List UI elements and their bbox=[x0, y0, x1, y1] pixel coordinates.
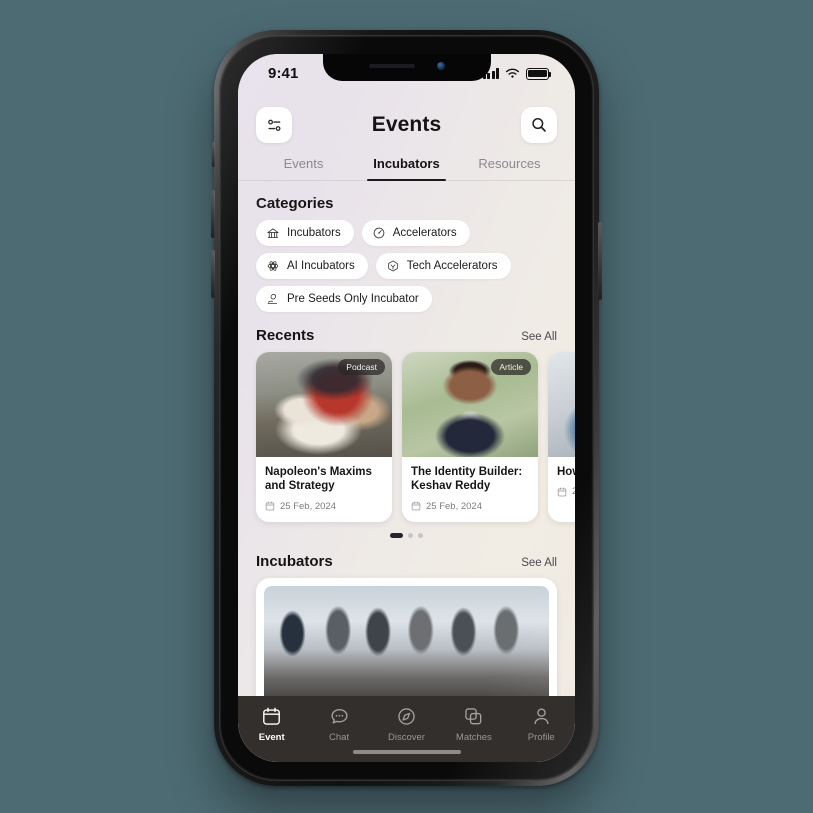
recents-card[interactable]: Article The Identity Builder: Keshav Red… bbox=[402, 352, 538, 522]
nav-item-profile[interactable]: Profile bbox=[510, 706, 572, 743]
nav-item-event[interactable]: Event bbox=[241, 706, 303, 743]
filter-sliders-icon bbox=[267, 119, 280, 131]
nav-item-matches[interactable]: Matches bbox=[443, 706, 505, 743]
status-time: 9:41 bbox=[268, 65, 299, 82]
card-date: 24 Fe bbox=[572, 486, 575, 498]
scroll-content[interactable]: Categories Incubators Accelerators AI In… bbox=[238, 181, 575, 696]
card-date: 25 Feb, 2024 bbox=[426, 500, 482, 512]
volume-up-button[interactable] bbox=[211, 190, 215, 238]
tab-incubators[interactable]: Incubators bbox=[355, 156, 458, 181]
chip-label: AI Incubators bbox=[287, 260, 355, 272]
recents-header: Recents See All bbox=[238, 312, 575, 352]
page-title: Events bbox=[371, 113, 442, 136]
card-date-row: 25 Feb, 2024 bbox=[265, 501, 383, 512]
card-badge: Podcast bbox=[338, 359, 385, 375]
incubators-header: Incubators See All bbox=[238, 538, 575, 578]
tab-resources[interactable]: Resources bbox=[458, 156, 561, 180]
man-blue-shirt-image bbox=[548, 352, 575, 457]
speedometer-icon bbox=[373, 227, 385, 239]
chip-label: Accelerators bbox=[392, 227, 457, 239]
card-title: How to Startu bbox=[557, 466, 575, 478]
card-date-row: 25 Feb, 2024 bbox=[411, 501, 529, 512]
power-button[interactable] bbox=[598, 222, 602, 300]
card-title: Napoleon's Maxims and Strategy bbox=[265, 466, 372, 493]
card-date: 25 Feb, 2024 bbox=[280, 500, 336, 512]
filter-sliders-button[interactable] bbox=[256, 107, 292, 143]
category-chip-accelerators[interactable]: Accelerators bbox=[361, 220, 470, 246]
incubator-card[interactable] bbox=[256, 577, 557, 696]
card-body: The Identity Builder: Keshav Reddy 25 Fe… bbox=[402, 457, 538, 522]
category-chip-list: Incubators Accelerators AI Incubators Te… bbox=[238, 220, 575, 312]
category-chip-tech-accelerators[interactable]: Tech Accelerators bbox=[375, 253, 511, 279]
seed-hand-icon bbox=[267, 293, 278, 305]
category-chip-incubators[interactable]: Incubators bbox=[256, 220, 354, 246]
conference-audience-photo bbox=[264, 585, 549, 696]
nav-label: Chat bbox=[329, 732, 350, 743]
pager-dot[interactable] bbox=[418, 532, 423, 538]
search-icon bbox=[532, 118, 546, 132]
category-chip-ai-incubators[interactable]: AI Incubators bbox=[256, 253, 368, 279]
earpiece-speaker bbox=[368, 64, 415, 68]
card-body: Napoleon's Maxims and Strategy 25 Feb, 2… bbox=[256, 457, 392, 522]
incubators-title: Incubators bbox=[256, 552, 333, 570]
calendar-icon bbox=[557, 487, 567, 497]
nav-label: Matches bbox=[455, 732, 492, 743]
chip-label: Tech Accelerators bbox=[406, 260, 498, 272]
card-badge: Article bbox=[491, 359, 531, 375]
recents-see-all-link[interactable]: See All bbox=[521, 331, 557, 343]
nav-label: Event bbox=[258, 732, 285, 743]
chat-bubble-icon bbox=[331, 708, 348, 724]
phone-screen: 9:41 Events Events Incubators Resources … bbox=[238, 54, 575, 762]
recents-title: Recents bbox=[256, 327, 315, 344]
categories-title: Categories bbox=[256, 195, 334, 212]
nav-item-chat[interactable]: Chat bbox=[308, 706, 370, 743]
pager-dot[interactable] bbox=[408, 532, 413, 538]
nav-item-discover[interactable]: Discover bbox=[375, 706, 437, 743]
hexagon-tech-icon bbox=[388, 260, 398, 272]
device-notch bbox=[322, 54, 491, 81]
app-root: 9:41 Events Events Incubators Resources … bbox=[238, 54, 575, 762]
home-indicator[interactable] bbox=[352, 750, 461, 754]
phone-device-frame: 9:41 Events Events Incubators Resources … bbox=[211, 30, 602, 786]
card-thumbnail bbox=[548, 352, 575, 457]
card-date-row: 24 Fe bbox=[557, 486, 575, 497]
status-icons bbox=[482, 65, 552, 80]
atom-icon bbox=[267, 261, 279, 271]
recents-carousel[interactable]: Podcast Napoleon's Maxims and Strategy 2… bbox=[238, 352, 575, 522]
incubators-see-all-link[interactable]: See All bbox=[521, 557, 557, 569]
card-thumbnail: Article bbox=[402, 352, 538, 457]
front-camera-icon bbox=[436, 62, 445, 70]
recents-card[interactable]: How to Startu 24 Fe bbox=[548, 352, 575, 522]
compass-icon bbox=[398, 708, 415, 725]
battery-full-icon bbox=[526, 68, 552, 80]
chip-label: Pre Seeds Only Incubator bbox=[287, 293, 419, 305]
person-icon bbox=[534, 708, 549, 725]
audience-image bbox=[264, 585, 549, 696]
category-chip-pre-seeds-only-incubator[interactable]: Pre Seeds Only Incubator bbox=[256, 286, 432, 312]
calendar-icon bbox=[265, 501, 275, 511]
chip-label: Incubators bbox=[287, 227, 341, 239]
card-body: How to Startu 24 Fe bbox=[548, 457, 575, 507]
nav-label: Discover bbox=[387, 732, 425, 743]
card-thumbnail: Podcast bbox=[256, 352, 392, 457]
silent-switch[interactable] bbox=[212, 142, 215, 167]
app-header: Events bbox=[238, 98, 575, 150]
tab-bar: Events Incubators Resources bbox=[238, 150, 575, 181]
bottom-navigation-bar: Event Chat Discover Matches Profile bbox=[238, 696, 575, 762]
wifi-icon bbox=[505, 68, 520, 78]
volume-down-button[interactable] bbox=[211, 250, 215, 298]
calendar-icon bbox=[411, 501, 421, 511]
cards-stack-icon bbox=[465, 708, 482, 725]
pager-dot-active[interactable] bbox=[390, 532, 403, 538]
search-button[interactable] bbox=[521, 107, 557, 143]
recents-card[interactable]: Podcast Napoleon's Maxims and Strategy 2… bbox=[256, 352, 392, 522]
categories-header: Categories bbox=[238, 181, 575, 220]
bank-building-icon bbox=[267, 228, 279, 239]
card-title: The Identity Builder: Keshav Reddy bbox=[411, 466, 523, 493]
calendar-icon bbox=[263, 707, 281, 725]
nav-label: Profile bbox=[527, 732, 555, 743]
tab-events[interactable]: Events bbox=[252, 156, 355, 180]
